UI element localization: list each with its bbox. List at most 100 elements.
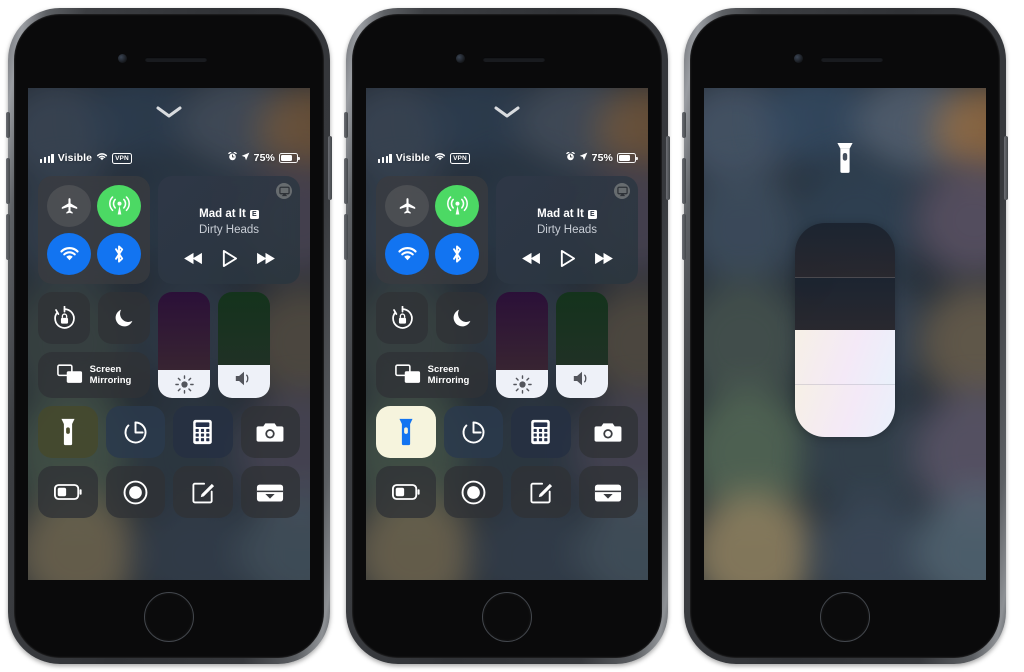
volume-slider[interactable] — [556, 292, 608, 398]
screen-mirroring-button[interactable]: Screen Mirroring — [376, 352, 488, 398]
next-button[interactable] — [593, 251, 614, 271]
wallet-toggle[interactable] — [578, 466, 638, 518]
track-title: Mad at It — [199, 208, 246, 220]
now-playing-title-row: Mad at It E — [496, 208, 638, 220]
module-row-top: Mad at It E Dirty Heads — [376, 176, 638, 284]
playback-controls — [496, 249, 638, 273]
volume-slider[interactable] — [218, 292, 270, 398]
flashlight-step-3[interactable] — [795, 276, 895, 330]
power-button[interactable] — [328, 136, 332, 200]
status-bar: Visible VPN 75% — [28, 150, 310, 166]
wifi-icon — [96, 152, 108, 164]
bluetooth-toggle[interactable] — [435, 233, 479, 275]
utilities-pair — [38, 292, 150, 344]
power-button[interactable] — [1004, 136, 1008, 200]
bluetooth-toggle[interactable] — [97, 233, 141, 275]
play-button[interactable] — [221, 249, 238, 273]
power-button[interactable] — [666, 136, 670, 200]
cellular-bars-icon — [40, 153, 54, 163]
rotation-lock-toggle[interactable] — [38, 292, 90, 344]
flashlight-step-2[interactable] — [795, 330, 895, 384]
control-center-modules: Mad at It E Dirty Heads Screen Mirroring — [38, 176, 300, 518]
timer-toggle[interactable] — [105, 406, 165, 458]
battery-percent-label: 75% — [591, 152, 613, 164]
location-arrow-icon — [241, 152, 250, 164]
flashlight-step-4[interactable] — [795, 223, 895, 277]
alarm-clock-icon — [227, 151, 237, 164]
front-camera-icon — [456, 54, 465, 63]
module-row-middle: Screen Mirroring — [376, 292, 638, 398]
chevron-down-icon[interactable] — [494, 106, 520, 119]
earpiece-speaker-icon — [145, 57, 207, 62]
utilities-stack: Screen Mirroring — [376, 292, 488, 398]
airplane-mode-toggle[interactable] — [385, 185, 429, 227]
playback-controls — [158, 249, 300, 273]
carrier-label: Visible — [57, 152, 93, 164]
battery-percent-label: 75% — [253, 152, 275, 164]
ring-silent-switch[interactable] — [6, 112, 10, 138]
camera-toggle[interactable] — [240, 406, 300, 458]
airplane-mode-toggle[interactable] — [47, 185, 91, 227]
calculator-toggle[interactable] — [511, 406, 571, 458]
front-camera-icon — [794, 54, 803, 63]
wifi-toggle[interactable] — [47, 233, 91, 275]
chevron-down-icon[interactable] — [156, 106, 182, 119]
flashlight-intensity-slider[interactable] — [795, 223, 895, 437]
low-power-mode-toggle[interactable] — [376, 466, 436, 518]
screen-mirroring-button[interactable]: Screen Mirroring — [38, 352, 150, 398]
brightness-slider[interactable] — [158, 292, 210, 398]
volume-down-button[interactable] — [344, 214, 348, 260]
volume-up-button[interactable] — [682, 158, 686, 204]
volume-up-button[interactable] — [344, 158, 348, 204]
flashlight-toggle[interactable] — [38, 406, 98, 458]
do-not-disturb-toggle[interactable] — [436, 292, 488, 344]
control-center-left: Visible VPN 75% Mad at It E Dirty Heads … — [28, 88, 310, 580]
ring-silent-switch[interactable] — [682, 112, 686, 138]
flashlight-step-1[interactable] — [795, 383, 895, 437]
sun-icon — [512, 375, 532, 398]
airplay-icon[interactable] — [276, 183, 292, 199]
home-button[interactable] — [820, 592, 870, 642]
notes-toggle[interactable] — [511, 466, 571, 518]
airplay-icon[interactable] — [614, 183, 630, 199]
vpn-badge: VPN — [450, 152, 470, 164]
calculator-toggle[interactable] — [173, 406, 233, 458]
next-button[interactable] — [255, 251, 276, 271]
cellular-data-toggle[interactable] — [97, 185, 141, 227]
volume-down-button[interactable] — [682, 214, 686, 260]
camera-toggle[interactable] — [578, 406, 638, 458]
control-center-modules: Mad at It E Dirty Heads Screen Mirroring — [376, 176, 638, 518]
screen-center: Visible VPN 75% Mad at It E Dirty Heads … — [366, 88, 648, 580]
wifi-toggle[interactable] — [385, 233, 429, 275]
brightness-fill — [158, 370, 210, 398]
screen-right — [704, 88, 986, 580]
control-center-center: Visible VPN 75% Mad at It E Dirty Heads … — [366, 88, 648, 580]
previous-button[interactable] — [521, 251, 542, 271]
battery-icon — [279, 153, 300, 163]
screen-recording-toggle[interactable] — [105, 466, 165, 518]
home-button[interactable] — [144, 592, 194, 642]
home-button[interactable] — [482, 592, 532, 642]
brightness-fill — [496, 370, 548, 398]
play-button[interactable] — [559, 249, 576, 273]
wallet-toggle[interactable] — [240, 466, 300, 518]
volume-up-button[interactable] — [6, 158, 10, 204]
screen-recording-toggle[interactable] — [443, 466, 503, 518]
previous-button[interactable] — [183, 251, 204, 271]
brightness-slider[interactable] — [496, 292, 548, 398]
notes-toggle[interactable] — [173, 466, 233, 518]
phone-center: Visible VPN 75% Mad at It E Dirty Heads … — [344, 8, 670, 664]
do-not-disturb-toggle[interactable] — [98, 292, 150, 344]
volume-down-button[interactable] — [6, 214, 10, 260]
module-row-middle: Screen Mirroring — [38, 292, 300, 398]
cellular-data-toggle[interactable] — [435, 185, 479, 227]
flashlight-toggle[interactable] — [376, 406, 436, 458]
ring-silent-switch[interactable] — [344, 112, 348, 138]
timer-toggle[interactable] — [443, 406, 503, 458]
rotation-lock-toggle[interactable] — [376, 292, 428, 344]
low-power-mode-toggle[interactable] — [38, 466, 98, 518]
sliders-group — [496, 292, 608, 398]
flashlight-icon — [834, 142, 856, 179]
location-arrow-icon — [579, 152, 588, 164]
module-row-top: Mad at It E Dirty Heads — [38, 176, 300, 284]
